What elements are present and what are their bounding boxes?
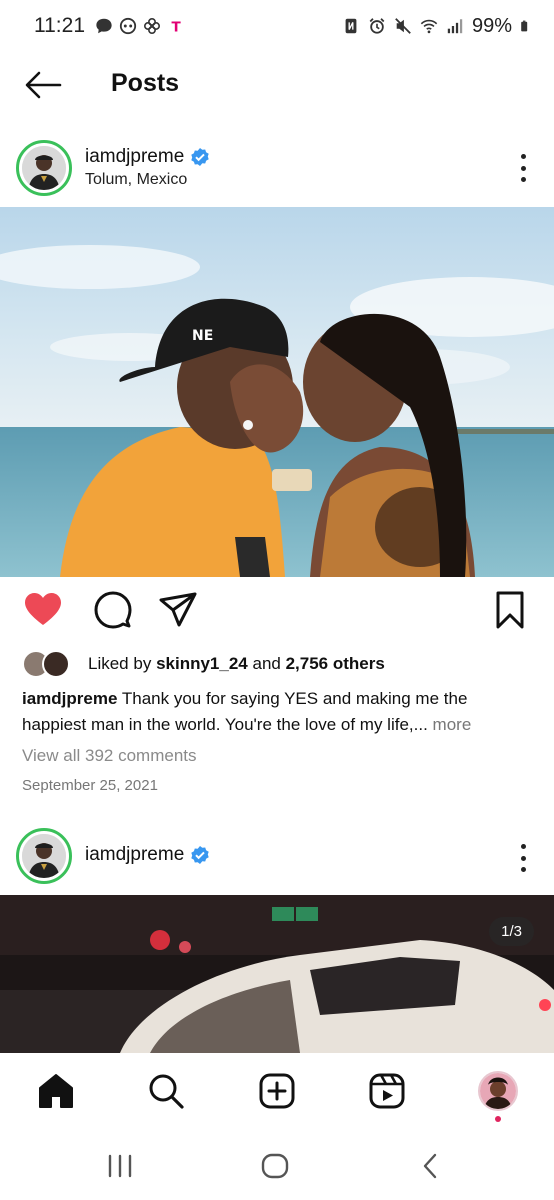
verified-badge-icon [191, 846, 209, 864]
couple-kiss-photo: NE [0, 207, 554, 577]
likes-count[interactable]: 2,756 others [286, 654, 385, 673]
more-options-icon[interactable] [518, 154, 528, 182]
system-nav-bar [0, 1133, 554, 1200]
save-bookmark-icon[interactable] [490, 590, 530, 630]
notification-dot [495, 1116, 501, 1122]
caption-more-link[interactable]: more [433, 715, 472, 734]
post-photo[interactable]: 1/3 [0, 895, 554, 1053]
carousel-counter: 1/3 [489, 917, 534, 946]
messenger-icon [119, 17, 137, 35]
svg-text:T: T [172, 19, 182, 35]
username-row[interactable]: iamdjpreme [85, 146, 210, 168]
username-row[interactable]: iamdjpreme [85, 844, 210, 866]
status-right-icons: 99% [342, 15, 532, 38]
comment-icon[interactable] [92, 590, 132, 630]
recents-icon[interactable] [103, 1151, 137, 1181]
verified-badge-icon [191, 148, 209, 166]
battery-percent: 99% [471, 14, 512, 37]
signal-icon [447, 19, 463, 34]
likes-row[interactable]: Liked by skinny1_24 and 2,756 others [22, 650, 385, 678]
post-actions [0, 590, 554, 636]
search-icon[interactable] [146, 1071, 186, 1111]
top-header: Posts [0, 52, 554, 118]
home-circle-icon[interactable] [258, 1151, 292, 1181]
status-bar: 11:21 T 99% [0, 0, 554, 52]
page-title: Posts [111, 69, 180, 97]
likes-text[interactable]: Liked by skinny1_24 and 2,756 others [88, 654, 385, 674]
chat-icon [96, 18, 112, 34]
profile-avatar[interactable] [478, 1071, 518, 1111]
likes-and: and [252, 654, 281, 673]
status-time: 11:21 [34, 14, 85, 37]
post-photo[interactable]: NE [0, 207, 554, 577]
liked-by-user[interactable]: skinny1_24 [156, 654, 248, 673]
alarm-icon [369, 18, 385, 34]
car-crash-photo [0, 895, 554, 1053]
caption-username[interactable]: iamdjpreme [22, 689, 117, 708]
caption-line-1: Thank you for saying YES and making me t… [121, 689, 468, 708]
caption-line-2: happiest man in the world. You're the lo… [22, 715, 428, 734]
nfc-icon [345, 18, 357, 34]
post-header: iamdjpreme [0, 818, 554, 898]
arrow-left-icon[interactable] [24, 70, 62, 100]
view-comments-link[interactable]: View all 392 comments [22, 746, 197, 766]
post-location[interactable]: Tolum, Mexico [85, 171, 187, 189]
liker-avatar [42, 650, 70, 678]
pinwheel-icon [143, 17, 161, 35]
avatar[interactable] [16, 140, 72, 196]
post-username[interactable]: iamdjpreme [85, 146, 184, 168]
back-chevron-icon[interactable] [414, 1151, 448, 1181]
post-header: iamdjpreme Tolum, Mexico [0, 128, 554, 208]
wifi-icon [420, 19, 438, 34]
post-date: September 25, 2021 [22, 777, 158, 794]
post-caption[interactable]: iamdjpreme Thank you for saying YES and … [22, 686, 532, 738]
avatar-image [22, 146, 66, 190]
share-send-icon[interactable] [158, 590, 198, 630]
svg-text:NE: NE [192, 328, 213, 344]
avatar-image [22, 834, 66, 878]
mute-icon [395, 18, 411, 34]
likes-prefix: Liked by [88, 654, 152, 673]
more-options-icon[interactable] [518, 844, 528, 872]
liker-avatars [22, 650, 74, 678]
avatar[interactable] [16, 828, 72, 884]
home-icon[interactable] [36, 1071, 76, 1111]
status-left-icons: T [95, 17, 185, 35]
battery-icon [521, 20, 528, 32]
bottom-nav [0, 1053, 554, 1133]
create-icon[interactable] [257, 1071, 297, 1111]
like-heart-icon[interactable] [23, 590, 63, 630]
post-username[interactable]: iamdjpreme [85, 844, 184, 866]
tmobile-icon: T [172, 19, 182, 35]
reels-icon[interactable] [367, 1071, 407, 1111]
